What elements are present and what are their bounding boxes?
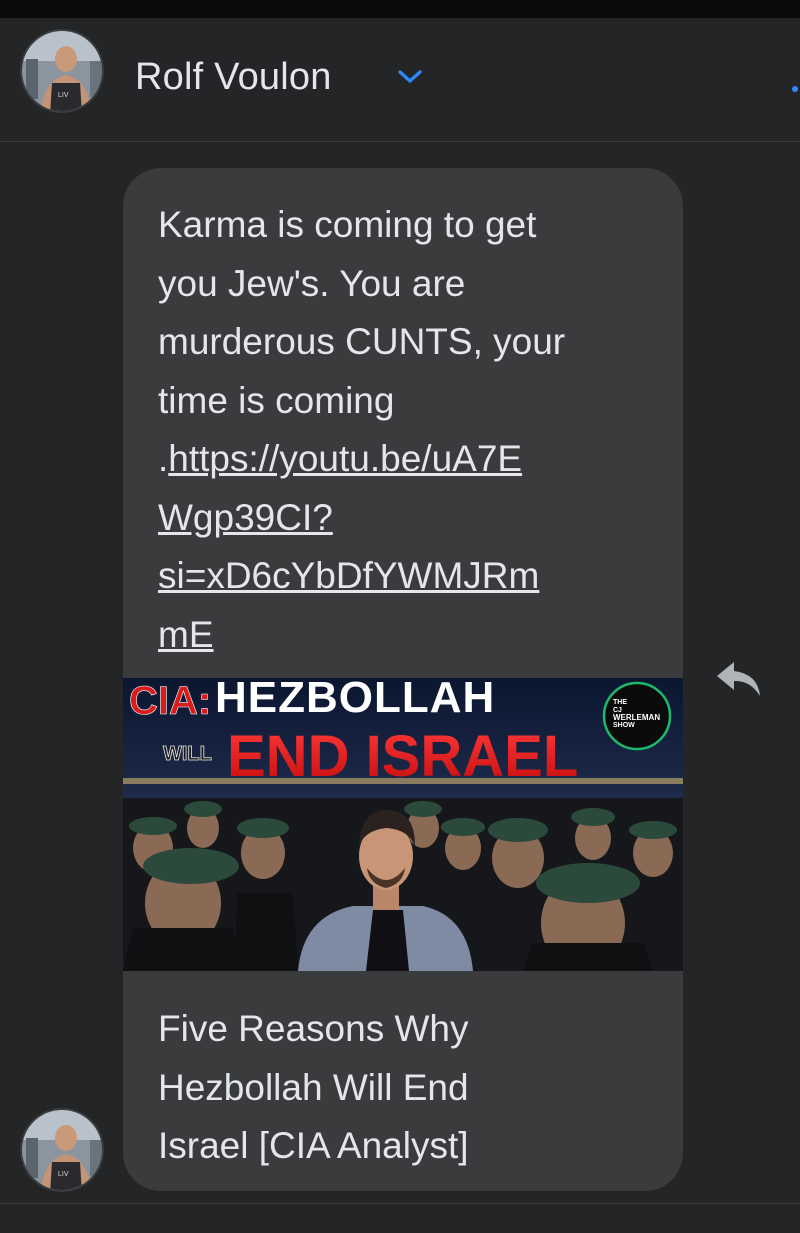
svg-text:LIV: LIV [58,1171,69,1178]
conversation-header: LIV Rolf Voulon [0,18,800,142]
status-strip [0,0,800,18]
contact-avatar[interactable]: LIV [20,29,104,113]
message-line: Karma is coming to get [158,204,537,245]
message-line: murderous CUNTS, your [158,321,566,362]
composer-divider [0,1203,800,1204]
svg-text:SHOW: SHOW [613,722,635,729]
svg-text:THE: THE [613,699,627,706]
message-text: Karma is coming to get you Jew's. You ar… [158,196,658,664]
contact-name[interactable]: Rolf Voulon [135,56,332,99]
message-bubble[interactable]: Karma is coming to get you Jew's. You ar… [123,168,683,1191]
thumbnail-cia-label: CIA: [129,679,211,723]
message-line: you Jew's. You are [158,262,466,304]
svg-text:LIV: LIV [58,92,69,99]
preview-title-line: Five Reasons Why [158,1008,469,1049]
edge-indicator-dot [792,86,798,92]
sender-avatar[interactable]: LIV [20,1108,104,1192]
preview-title-line: Israel [CIA Analyst] [158,1125,469,1166]
svg-text:WERLEMAN: WERLEMAN [613,713,660,722]
reply-icon[interactable] [714,656,764,702]
show-badge: THE CJ WERLEMAN SHOW [602,681,672,751]
preview-title-line: Hezbollah Will End [158,1066,469,1108]
link-prefix: . [158,438,169,479]
thumbnail-will-label: WILL [163,743,212,765]
message-link[interactable]: https://youtu.be/uA7E Wgp39CI? si=xD6cYbDf… [158,438,539,655]
thumbnail-headline-main: END ISRAEL [227,724,578,789]
chevron-down-icon[interactable] [393,64,427,88]
link-preview-thumbnail[interactable]: CIA: HEZBOLLAH WILL END ISRAEL THE CJ WE… [123,678,683,971]
thumbnail-headline-top: HEZBOLLAH [215,678,495,722]
message-line: time is coming [158,379,395,421]
link-preview-title[interactable]: Five Reasons Why Hezbollah Will End Isra… [158,1000,658,1176]
